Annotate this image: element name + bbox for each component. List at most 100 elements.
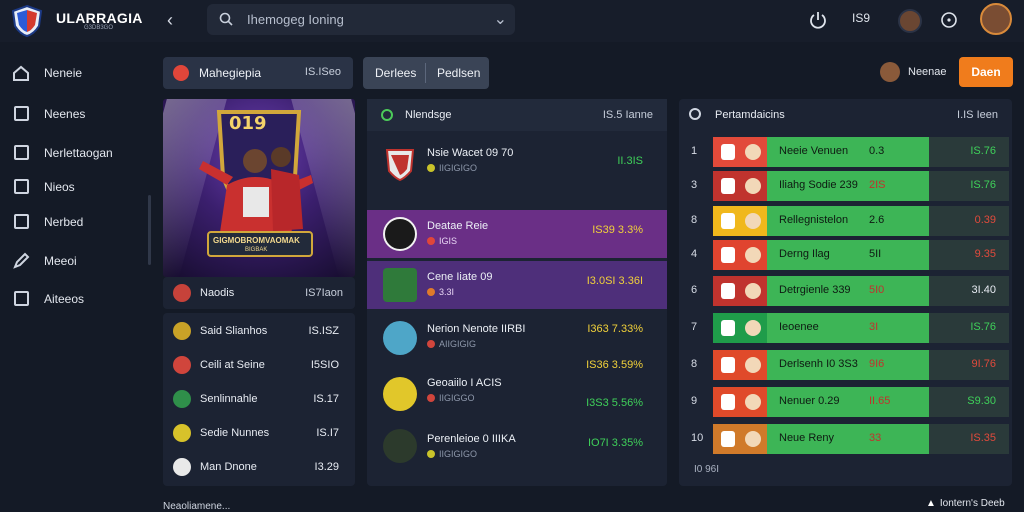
match-row[interactable]: Geoaiilo I ACIS IIGIGGO I3S3 5.56% bbox=[367, 377, 667, 423]
team-color-swatch bbox=[713, 313, 767, 343]
row-mid-value: 2IS bbox=[869, 179, 886, 191]
status-dot bbox=[427, 394, 435, 402]
match-value-secondary: IS36 3.59% bbox=[586, 359, 643, 371]
list-item[interactable]: Ceili at Seine I5SIO bbox=[163, 349, 355, 383]
match-row[interactable]: Cene Iiate 09 3.3I I3.0SI 3.36I bbox=[367, 261, 667, 309]
table-row[interactable]: 1 Neeie Venuen 0.3 IS.76 bbox=[679, 135, 1012, 169]
row-name: Ieoenee bbox=[779, 321, 819, 333]
table-row[interactable]: 10 Neue Reny 33 IS.35 bbox=[679, 422, 1012, 456]
list-item-label: Senlinnahle bbox=[200, 393, 258, 405]
match-value: I3.0SI 3.36I bbox=[586, 275, 643, 287]
hero-footer[interactable]: Naodis IS7Iaon bbox=[163, 277, 355, 309]
rank: 7 bbox=[691, 321, 698, 333]
footer-left-text: Neaoliamene... bbox=[163, 501, 231, 512]
match-row[interactable]: Nerion Nenote IIRBI AIIGIGIG I363 7.33% … bbox=[367, 315, 667, 371]
table-row[interactable]: 8 Rellegnistelon 2.6 0.39 bbox=[679, 204, 1012, 238]
user-avatar-small[interactable] bbox=[898, 9, 922, 33]
matches-title: Nlendsge bbox=[405, 109, 452, 121]
profile-avatar[interactable] bbox=[980, 3, 1012, 35]
table-row[interactable]: 4 Derng Ilag 5II 9.35 bbox=[679, 238, 1012, 272]
tab-primary[interactable]: Mahegiepia IS.ISeo bbox=[163, 57, 353, 89]
rank: 9 bbox=[691, 395, 698, 407]
back-button[interactable]: ‹ bbox=[160, 10, 180, 30]
row-mid-value: 0.3 bbox=[869, 145, 885, 157]
table-row[interactable]: 8 Derlsenh I0 3S3 9I6 9I.76 bbox=[679, 348, 1012, 382]
sidebar-item-6[interactable]: Meeoi bbox=[0, 246, 148, 276]
sidebar-item-3[interactable]: Nerlettaogan bbox=[0, 138, 148, 168]
match-row[interactable]: Nsie Wacet 09 70 IIGIGIGO II.3IS bbox=[367, 135, 667, 201]
match-value: IO7I 3.35% bbox=[587, 437, 643, 449]
list-item[interactable]: Said Slianhos IS.ISZ bbox=[163, 315, 355, 349]
matches-panel: Nlendsge IS.5 Ianne Nsie Wacet 09 70 IIG… bbox=[367, 99, 667, 486]
club-badge-icon bbox=[173, 284, 191, 302]
team-color-swatch bbox=[713, 206, 767, 236]
table-row[interactable]: 7 Ieoenee 3I IS.76 bbox=[679, 311, 1012, 345]
power-icon[interactable] bbox=[807, 9, 829, 31]
triangle-icon: ▲ bbox=[926, 498, 936, 509]
rank: 1 bbox=[691, 145, 698, 157]
row-tail bbox=[929, 206, 1009, 236]
match-row[interactable]: Perenleioe 0 IIIKA IIGIGIGO IO7I 3.35% bbox=[367, 429, 667, 475]
home-icon bbox=[13, 65, 29, 81]
player-face-icon bbox=[745, 357, 761, 373]
player-face-icon bbox=[745, 247, 761, 263]
sidebar-item-label: Neneie bbox=[44, 66, 83, 80]
search-icon bbox=[219, 12, 233, 26]
player-face-icon bbox=[745, 213, 761, 229]
brand-subtitle: G3DB3GO bbox=[84, 25, 114, 31]
search-input[interactable]: Ihemogeg Ioning ⌄ bbox=[207, 4, 515, 35]
row-end-value: 3I.40 bbox=[971, 284, 996, 296]
table-row[interactable]: 9 Nenuer 0.29 II.65 S9.30 bbox=[679, 385, 1012, 419]
hero-score: 019 bbox=[229, 113, 267, 134]
notification-count[interactable]: IS9 bbox=[852, 11, 870, 25]
cta-button[interactable]: Daen bbox=[959, 57, 1013, 87]
row-tail bbox=[929, 313, 1009, 343]
list-item[interactable]: Sedie Nunnes IS.I7 bbox=[163, 417, 355, 451]
match-row[interactable]: Deatae Reie IGIS IS39 3.3% bbox=[367, 210, 667, 258]
sidebar-item-2[interactable]: Neenes bbox=[0, 99, 148, 129]
player-face-icon bbox=[745, 394, 761, 410]
row-tail bbox=[929, 137, 1009, 167]
list-item[interactable]: Man Dnone I3.29 bbox=[163, 451, 355, 485]
chevron-down-icon[interactable]: ⌄ bbox=[494, 9, 507, 29]
segment-option-2[interactable]: Pedlsen bbox=[437, 66, 480, 80]
sidebar-item-4[interactable]: Nieos bbox=[0, 172, 148, 202]
hero-banner: GIGMOBROMVAOMAK BIGBAK bbox=[207, 231, 313, 257]
list-item[interactable]: Senlinnahle IS.17 bbox=[163, 383, 355, 417]
status-dot bbox=[427, 340, 435, 348]
sidebar-item-home[interactable]: Neneie bbox=[0, 58, 148, 88]
sidebar-scrollbar[interactable] bbox=[148, 195, 151, 265]
sidebar-item-7[interactable]: Aiteeos bbox=[0, 284, 148, 314]
footer-right-link[interactable]: ▲ Iontern's Deeb bbox=[926, 498, 1005, 509]
hero-image[interactable]: 019 GIGMOBROMVAOMAK BIGBAK bbox=[163, 99, 355, 277]
club-badge-icon bbox=[721, 144, 735, 160]
matches-count: IS.5 Ianne bbox=[602, 109, 653, 121]
performance-header: Pertamdaicins I.IS Ieen bbox=[679, 99, 1012, 131]
row-name: Derlsenh I0 3S3 bbox=[779, 358, 858, 370]
table-row[interactable]: 6 Detrgienle 339 5I0 3I.40 bbox=[679, 274, 1012, 308]
search-value: Ihemogeg Ioning bbox=[247, 12, 344, 27]
sidebar-item-5[interactable]: Nerbed bbox=[0, 207, 148, 237]
hero-footer-label: Naodis bbox=[200, 287, 235, 299]
square-icon bbox=[14, 106, 29, 121]
row-end-value: 0.39 bbox=[974, 214, 996, 226]
list-item-label: Man Dnone bbox=[200, 461, 257, 473]
team-color-swatch bbox=[713, 171, 767, 201]
sidebar: Neneie Neenes Nerlettaogan Nieos Nerbed … bbox=[0, 46, 148, 512]
player-avatar bbox=[383, 217, 417, 251]
club-badge-icon bbox=[721, 431, 735, 447]
player-avatar bbox=[383, 321, 417, 355]
row-name: Derng Ilag bbox=[779, 248, 830, 260]
player-face-icon bbox=[745, 320, 761, 336]
rank: 4 bbox=[691, 248, 698, 260]
match-title: Nerion Nenote IIRBI bbox=[427, 323, 526, 335]
match-subtitle: IIGIGIGO bbox=[439, 163, 478, 173]
tab-primary-value: IS.ISeo bbox=[304, 66, 341, 78]
segment-option-1[interactable]: Derlees bbox=[375, 66, 416, 80]
chart-icon bbox=[14, 179, 29, 194]
match-subtitle: AIIGIGIG bbox=[439, 339, 477, 349]
table-row[interactable]: 3 Iliahg Sodie 239 2IS IS.76 bbox=[679, 169, 1012, 203]
club-badge-icon bbox=[173, 322, 191, 340]
info-icon[interactable] bbox=[938, 9, 960, 31]
club-badge-icon bbox=[721, 247, 735, 263]
